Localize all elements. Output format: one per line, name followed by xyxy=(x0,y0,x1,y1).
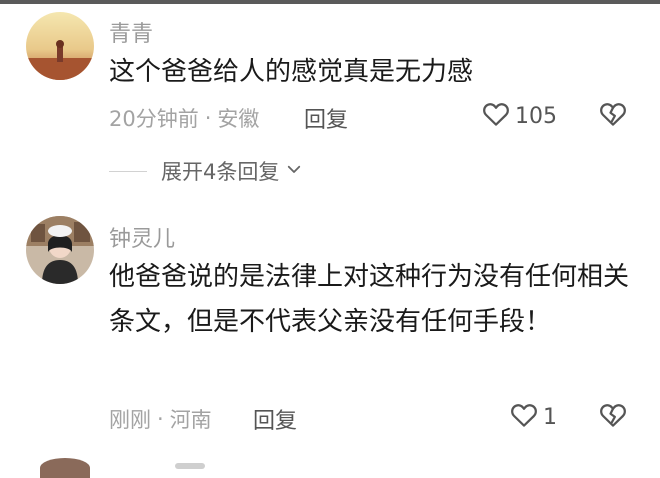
dislike-button[interactable] xyxy=(598,400,628,434)
like-button[interactable]: 1 xyxy=(509,400,557,434)
expand-replies-button[interactable]: 展开4条回复 xyxy=(109,156,303,186)
reply-button[interactable]: 回复 xyxy=(304,102,348,134)
comment-text: 他爸爸说的是法律上对这种行为没有任何相关条文，但是不代表父亲没有任何手段！ xyxy=(109,262,630,337)
meta-separator: · xyxy=(157,407,164,431)
comment-username-peek xyxy=(175,463,205,469)
comment-location: 安徽 xyxy=(217,107,260,131)
like-button[interactable]: 105 xyxy=(481,99,557,133)
avatar[interactable] xyxy=(26,12,94,80)
reply-button[interactable]: 回复 xyxy=(253,403,297,435)
comment-time: 刚刚 xyxy=(109,408,151,432)
heart-outline-icon xyxy=(509,400,539,434)
dislike-button[interactable] xyxy=(598,99,628,133)
comment-meta: 刚刚 · 河南 xyxy=(109,404,212,434)
top-divider xyxy=(0,0,660,4)
like-count: 105 xyxy=(515,103,557,129)
avatar[interactable] xyxy=(26,216,94,284)
meta-separator: · xyxy=(204,106,212,130)
chevron-down-icon xyxy=(285,160,303,182)
broken-heart-icon xyxy=(598,404,628,434)
comment-time: 20分钟前 xyxy=(109,107,199,131)
expand-replies-label: 展开4条回复 xyxy=(161,160,280,184)
broken-heart-icon xyxy=(598,103,628,133)
like-count: 1 xyxy=(543,404,557,430)
comment-username[interactable]: 青青 xyxy=(109,16,153,48)
comment-text: 这个爸爸给人的感觉真是无力感 xyxy=(109,57,474,87)
comment-meta: 20分钟前 · 安徽 xyxy=(109,103,259,133)
heart-outline-icon xyxy=(481,99,511,133)
comment-location: 河南 xyxy=(169,408,212,432)
comment-username[interactable]: 钟灵儿 xyxy=(109,221,175,253)
expand-divider xyxy=(109,170,147,172)
avatar[interactable] xyxy=(40,458,90,478)
